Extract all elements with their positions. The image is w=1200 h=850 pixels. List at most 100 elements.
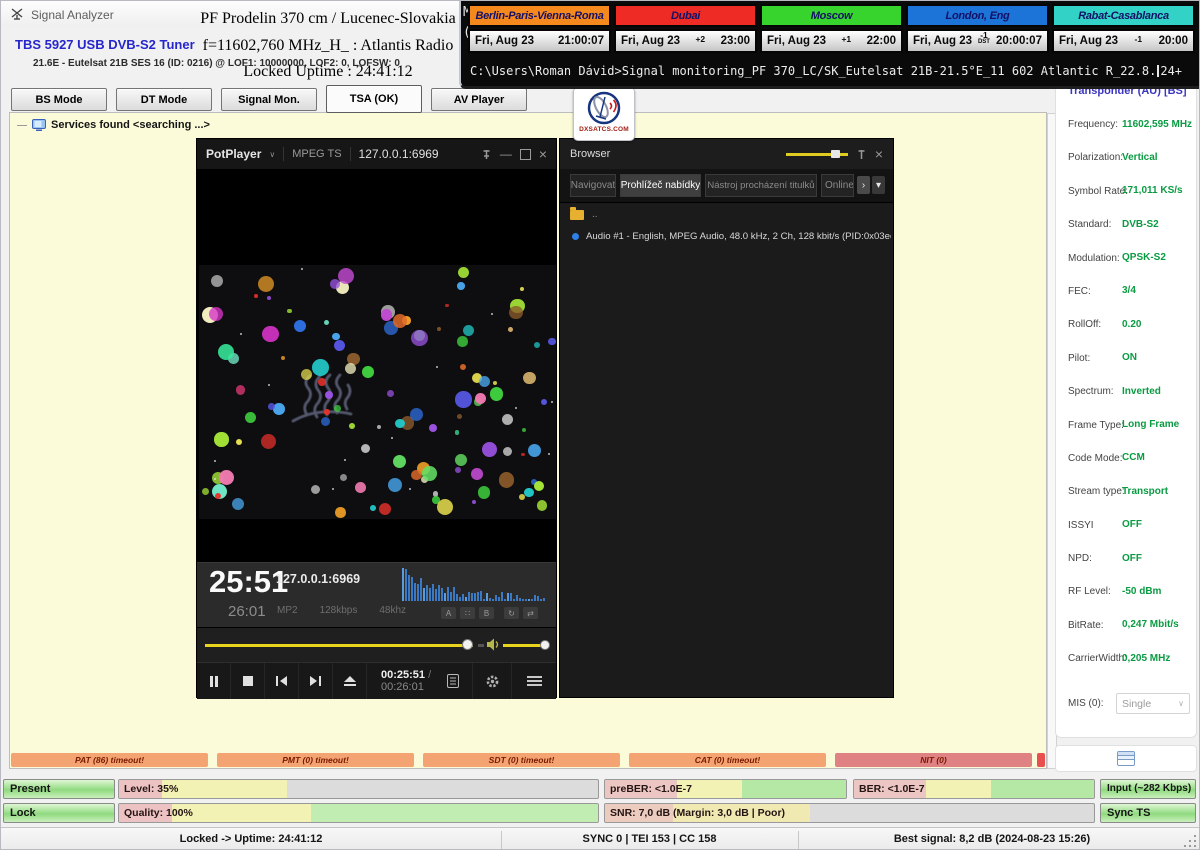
volume-knob[interactable] bbox=[540, 640, 550, 650]
previous-button[interactable] bbox=[265, 663, 299, 699]
bitrate-label: 128kbps bbox=[320, 605, 358, 616]
folder-up-label: .. bbox=[592, 209, 598, 220]
transponder-row: Stream type:Transport bbox=[1056, 477, 1196, 510]
transponder-row: Code Mode:CCM bbox=[1056, 444, 1196, 477]
close-icon[interactable]: × bbox=[539, 147, 547, 161]
clock-city-time: Fri, Aug 23 -1DST 20:00:07 bbox=[906, 29, 1049, 53]
clock-city-time: Fri, Aug 23 21:00:07 bbox=[468, 29, 611, 53]
clock-city-moscow: Moscow Fri, Aug 23 +1 22:00 bbox=[760, 4, 903, 56]
volume-icon[interactable] bbox=[487, 638, 500, 651]
console-command-line[interactable]: C:\Users\Roman Dávid>Signal monitoring_P… bbox=[470, 64, 1182, 78]
seek-bar[interactable] bbox=[205, 644, 473, 647]
tab-bs-mode[interactable]: BS Mode bbox=[11, 88, 107, 111]
tab-navigate[interactable]: Navigovat bbox=[570, 174, 616, 197]
pin-icon[interactable] bbox=[481, 149, 492, 160]
stream-url-label: 127.0.0.1:6969 bbox=[359, 147, 439, 161]
pat-status-bar: PAT (86) timeout! bbox=[11, 753, 208, 767]
opacity-slider[interactable] bbox=[786, 153, 848, 156]
transponder-row: Pilot:ON bbox=[1056, 344, 1196, 377]
browser-window: Browser × Navigovat Prohlížeč nabídky Ná… bbox=[559, 138, 894, 698]
eject-button[interactable] bbox=[333, 663, 367, 699]
browser-titlebar[interactable]: Browser × bbox=[560, 139, 893, 169]
signal-analyzer-window: Signal Analyzer TBS 5927 USB DVB-S2 Tune… bbox=[0, 0, 1200, 850]
layout-button[interactable] bbox=[1055, 745, 1197, 772]
pause-button[interactable] bbox=[197, 663, 231, 699]
next-button[interactable] bbox=[299, 663, 333, 699]
pmt-status-bar: PMT (0) timeout! bbox=[217, 753, 414, 767]
time-total: 00:26:01 bbox=[381, 681, 424, 693]
clock-city-time: Fri, Aug 23 +2 23:00 bbox=[614, 29, 757, 53]
maximize-icon[interactable] bbox=[520, 149, 531, 160]
folder-up-item[interactable]: .. bbox=[570, 209, 598, 220]
status-best-signal: Best signal: 8,2 dB (2024-08-23 15:26) bbox=[798, 828, 1186, 850]
ab-range-icon[interactable]: ∷ bbox=[460, 607, 475, 619]
transponder-row: CarrierWidth:0,205 MHz bbox=[1056, 644, 1196, 677]
tab-subtitle-browser[interactable]: Nástroj procházení titulků bbox=[705, 174, 817, 197]
clock-city-time: Fri, Aug 23 -1 20:00 bbox=[1052, 29, 1195, 53]
dxsatcs-logo: DXSATCS.COM bbox=[573, 87, 635, 141]
chevron-down-icon: ∨ bbox=[269, 150, 275, 159]
clock-city-dubai: Dubai Fri, Aug 23 +2 23:00 bbox=[614, 4, 757, 56]
satellite-dish-logo-icon bbox=[584, 91, 624, 125]
tab-tsa[interactable]: TSA (OK) bbox=[326, 85, 422, 113]
tab-dt-mode[interactable]: DT Mode bbox=[116, 88, 212, 111]
input-rate-indicator: Input (~282 Kbps) bbox=[1100, 779, 1196, 799]
samplerate-label: 48khz bbox=[379, 605, 406, 616]
potplayer-titlebar[interactable]: PotPlayer ∨ MPEG TS 127.0.0.1:6969 — × bbox=[197, 139, 556, 169]
services-tree-root[interactable]: Services found <searching ...> bbox=[17, 119, 210, 131]
console-window[interactable]: M ( Berlin-Paris-Vienna-Roma Fri, Aug 23… bbox=[459, 1, 1200, 89]
shuffle-icon[interactable]: ⇄ bbox=[523, 607, 538, 619]
eit-status-bar-clipped bbox=[1037, 753, 1045, 767]
quality-bar: Quality: 100% bbox=[118, 803, 599, 823]
tab-scroll-right-icon[interactable]: › bbox=[857, 176, 870, 194]
selected-bullet-icon bbox=[572, 233, 579, 240]
loop-icon[interactable]: ↻ bbox=[504, 607, 519, 619]
lock-indicator: Lock bbox=[3, 803, 115, 823]
transponder-row: NPD:OFF bbox=[1056, 544, 1196, 577]
tab-av-player[interactable]: AV Player bbox=[431, 88, 527, 111]
playlist-icon[interactable] bbox=[434, 663, 473, 699]
logo-text: DXSATCS.COM bbox=[579, 126, 629, 133]
status-bar: Locked -> Uptime: 24:41:12 SYNC 0 | TEI … bbox=[1, 827, 1200, 850]
clock-city-name: Dubai bbox=[614, 4, 757, 27]
tab-list-chevron-icon[interactable]: ▾ bbox=[872, 176, 885, 194]
services-tree-label: Services found <searching ...> bbox=[51, 119, 210, 131]
transponder-row: RF Level:-50 dBm bbox=[1056, 577, 1196, 610]
tab-menu-browser[interactable]: Prohlížeč nabídky bbox=[620, 174, 701, 197]
clock-city-london: London, Eng Fri, Aug 23 -1DST 20:00:07 bbox=[906, 4, 1049, 56]
player-controls: 00:25:51 / 00:26:01 bbox=[197, 662, 556, 699]
opacity-slider-knob[interactable] bbox=[831, 150, 840, 158]
minimize-icon[interactable]: — bbox=[500, 148, 512, 160]
ber-bar: BER: <1.0E-7 bbox=[853, 779, 1095, 799]
ab-repeat-b-button[interactable]: B bbox=[479, 607, 494, 619]
video-area[interactable] bbox=[197, 169, 556, 562]
stop-button[interactable] bbox=[231, 663, 265, 699]
settings-gear-icon[interactable] bbox=[473, 663, 512, 699]
clock-city-name: London, Eng bbox=[906, 4, 1049, 27]
tab-online[interactable]: Online : bbox=[821, 174, 854, 197]
menu-hamburger-icon[interactable] bbox=[512, 663, 556, 699]
status-sync-counters: SYNC 0 | TEI 153 | CC 158 bbox=[501, 828, 798, 850]
ab-repeat-a-button[interactable]: A bbox=[441, 607, 456, 619]
time-current: 00:25:51 bbox=[381, 669, 425, 681]
seek-knob[interactable] bbox=[462, 639, 473, 650]
media-info-row: MP2 128kbps 48khz bbox=[277, 605, 406, 616]
audio-track-label: Audio #1 - English, MPEG Audio, 48.0 kHz… bbox=[586, 231, 891, 242]
tab-signal-mon[interactable]: Signal Mon. bbox=[221, 88, 317, 111]
resize-grip[interactable] bbox=[1182, 833, 1196, 847]
close-icon[interactable]: × bbox=[875, 147, 883, 161]
clock-city-berlin: Berlin-Paris-Vienna-Roma Fri, Aug 23 21:… bbox=[468, 4, 611, 56]
sync-ts-indicator: Sync TS bbox=[1100, 803, 1196, 823]
sdt-status-bar: SDT (0) timeout! bbox=[423, 753, 620, 767]
pin-icon[interactable] bbox=[856, 149, 867, 160]
panel-layout-icon bbox=[1117, 751, 1135, 766]
mis-dropdown[interactable]: Single ∨ bbox=[1116, 693, 1190, 714]
transponder-row: Modulation:QPSK-S2 bbox=[1056, 244, 1196, 277]
status-uptime: Locked -> Uptime: 24:41:12 bbox=[1, 828, 501, 850]
transponder-row: Standard:DVB-S2 bbox=[1056, 210, 1196, 243]
audio-track-item[interactable]: Audio #1 - English, MPEG Audio, 48.0 kHz… bbox=[560, 227, 891, 245]
transponder-row: Polarization:Vertical bbox=[1056, 143, 1196, 176]
clock-city-name: Moscow bbox=[760, 4, 903, 27]
potplayer-menu[interactable]: PotPlayer bbox=[206, 147, 261, 161]
cat-status-bar: CAT (0) timeout! bbox=[629, 753, 826, 767]
